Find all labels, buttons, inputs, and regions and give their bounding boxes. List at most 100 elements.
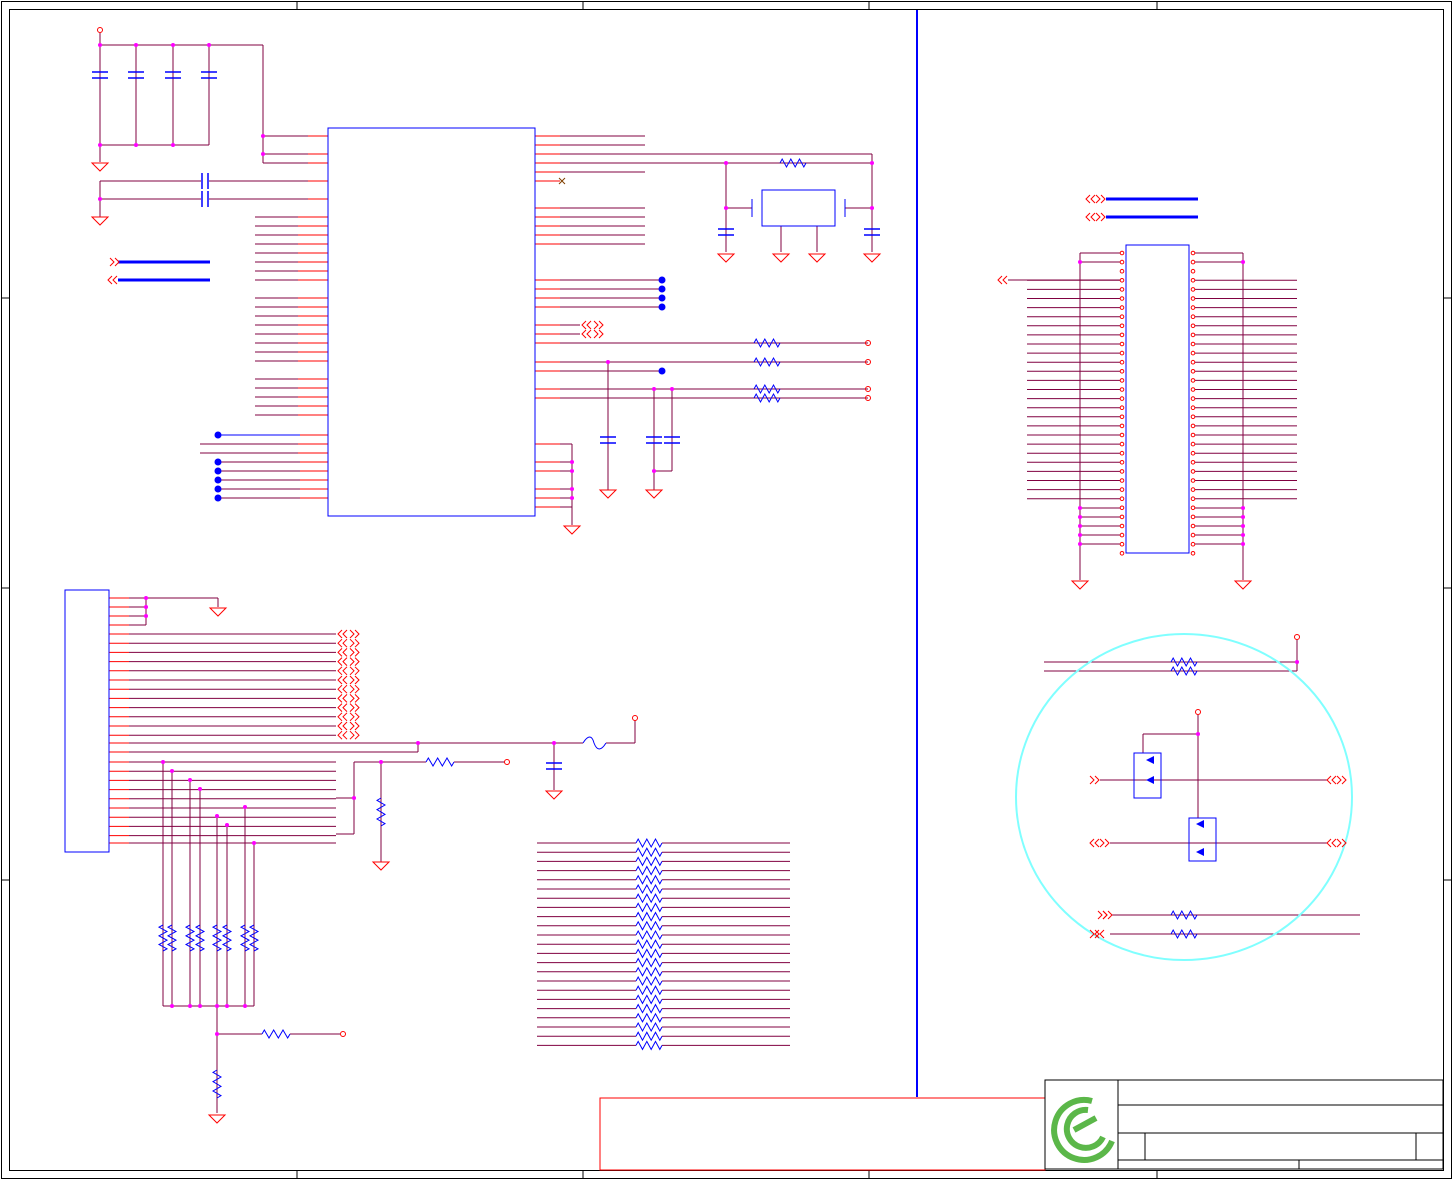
regulator-ic — [761, 189, 836, 227]
resistor — [635, 1021, 663, 1033]
resistor — [1170, 909, 1198, 921]
resistor — [635, 837, 663, 849]
pin-marker — [1119, 259, 1125, 265]
pin-marker — [1119, 414, 1125, 420]
pin-marker — [1119, 532, 1125, 538]
pin-marker — [1119, 323, 1125, 329]
port-arrow-icon — [1095, 212, 1106, 222]
junction-dot — [724, 206, 728, 210]
port-arrow-icon — [337, 657, 348, 666]
pin-marker — [1190, 378, 1196, 383]
junction-dot — [1241, 260, 1245, 264]
logo-icon — [1063, 1106, 1106, 1151]
ground-icon — [90, 216, 110, 226]
pin-marker — [1190, 532, 1196, 538]
junction-dot — [215, 1004, 219, 1008]
pin-marker — [1119, 314, 1125, 320]
junction-dot — [1241, 542, 1245, 546]
junction-dot — [134, 43, 138, 47]
junction-dot — [1078, 515, 1082, 519]
port-arrow-icon — [1089, 838, 1100, 848]
pin-marker — [1119, 405, 1125, 411]
port-arrow-icon — [1089, 775, 1100, 785]
resistor — [635, 1012, 663, 1023]
pin-marker — [1119, 441, 1125, 447]
pin-marker — [1119, 378, 1125, 383]
port-arrow-icon — [337, 703, 348, 712]
no-connect-marker — [658, 276, 666, 284]
pin-marker — [1119, 287, 1125, 292]
resistor — [753, 356, 781, 368]
resistor — [376, 797, 386, 827]
pin-marker — [1119, 305, 1125, 310]
resistor — [635, 856, 663, 867]
junction-dot — [170, 769, 174, 773]
ground-icon — [644, 489, 664, 499]
resistor — [1170, 656, 1198, 668]
resistor — [635, 911, 663, 922]
ic-u1 — [327, 127, 536, 517]
resistor — [221, 924, 233, 952]
no-connect-marker — [214, 431, 222, 439]
junction-dot — [207, 43, 211, 47]
pin-marker — [1119, 469, 1125, 474]
port-arrow-icon — [349, 730, 360, 740]
ground-icon — [371, 861, 391, 871]
pin-marker — [1119, 487, 1125, 492]
pin-marker — [1119, 268, 1125, 274]
pin-marker — [1119, 341, 1125, 347]
pin-marker — [1119, 551, 1125, 556]
resistor — [779, 157, 807, 169]
port-arrow-icon — [1085, 194, 1096, 204]
junction-dot — [134, 143, 138, 147]
junction-dot — [198, 787, 202, 791]
junction-dot — [570, 487, 574, 491]
pin-marker — [1190, 523, 1196, 529]
resistor — [753, 392, 781, 404]
pin-marker — [1190, 332, 1196, 338]
junction-dot — [870, 161, 874, 165]
resistor — [753, 337, 781, 349]
resistor — [635, 865, 663, 876]
ground-icon — [90, 162, 110, 172]
highlight-circle — [1015, 633, 1353, 961]
resistor — [212, 1069, 222, 1099]
pin-marker — [1190, 514, 1196, 520]
resistor — [635, 994, 663, 1005]
pin-marker — [1190, 405, 1196, 411]
junction-dot — [1078, 524, 1082, 528]
power-port-icon — [1294, 634, 1300, 640]
wires — [99, 33, 1360, 1113]
pin-marker — [1119, 450, 1125, 456]
pin-marker — [1190, 314, 1196, 320]
junction-dot — [379, 760, 383, 764]
port-arrow-icon — [1102, 910, 1113, 920]
pin-marker — [1119, 296, 1125, 301]
port-arrow-icon — [337, 648, 348, 657]
resistor — [248, 924, 260, 952]
resistor — [635, 1003, 663, 1014]
port-arrow-icon — [1085, 212, 1096, 222]
junction-dot — [1078, 506, 1082, 510]
junction-dot — [1241, 515, 1245, 519]
port-arrow-icon — [349, 712, 360, 722]
resistor — [211, 924, 223, 952]
no-connect-marker — [214, 494, 222, 502]
port-arrow-icon — [1326, 775, 1337, 785]
port-arrow-icon — [349, 648, 360, 657]
junction-dot — [243, 1004, 247, 1008]
no-connect-marker — [214, 467, 222, 475]
ground-icon — [562, 525, 582, 535]
no-connect-marker — [658, 303, 666, 311]
junction-dot — [724, 161, 728, 165]
pin-marker — [1119, 250, 1125, 256]
resistor — [184, 924, 196, 952]
no-connect-marker — [658, 285, 666, 293]
junction-dot — [170, 1004, 174, 1008]
port-arrow-icon — [581, 329, 592, 339]
resistor — [635, 939, 663, 950]
pin-marker — [1190, 323, 1196, 329]
port-arrow-icon — [1326, 838, 1337, 848]
resistor — [239, 924, 251, 952]
junction-dot — [188, 1004, 192, 1008]
